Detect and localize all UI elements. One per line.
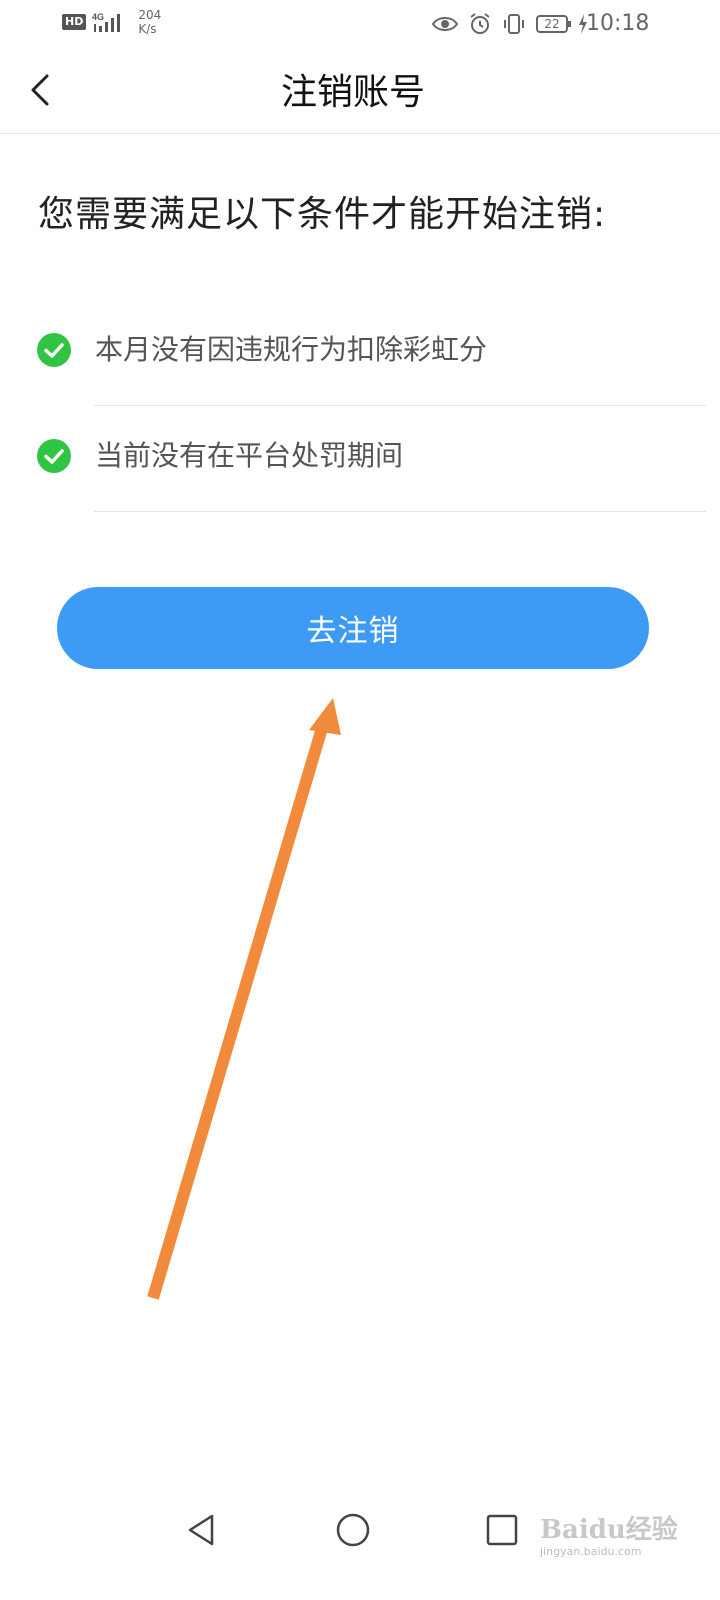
- nav-back-button[interactable]: [170, 1498, 234, 1562]
- check-circle-icon: [37, 439, 71, 473]
- watermark-url: jingyan.baidu.com: [540, 1545, 642, 1558]
- status-bar-right: 22: [432, 12, 588, 36]
- divider: [94, 511, 706, 512]
- status-time: 10:18: [586, 11, 650, 36]
- check-circle-icon: [37, 333, 71, 367]
- condition-text: 本月没有因违规行为扣除彩虹分: [95, 333, 488, 366]
- eye-comfort-icon: [432, 17, 458, 31]
- condition-item: 当前没有在平台处罚期间: [0, 406, 706, 512]
- watermark: Baidu经验 jingyan.baidu.com: [540, 1515, 700, 1559]
- condition-item: 本月没有因违规行为扣除彩虹分: [0, 300, 706, 406]
- network-speed-unit: K/s: [138, 22, 157, 36]
- deregister-button[interactable]: 去注销: [57, 587, 649, 669]
- watermark-logo: Baidu经验: [540, 1515, 678, 1545]
- network-speed-value: 204: [138, 8, 162, 22]
- annotation-arrow-icon: [147, 698, 341, 1300]
- network-type-label: 4G: [92, 12, 104, 22]
- circle-home-icon: [336, 1513, 370, 1547]
- page-title: 注销账号: [280, 72, 425, 113]
- app-header: 注销账号: [0, 52, 720, 134]
- square-recent-icon: [486, 1514, 518, 1546]
- hd-icon: HD: [62, 14, 87, 30]
- nav-home-button[interactable]: [321, 1498, 385, 1562]
- battery-icon: 22: [536, 15, 571, 33]
- nav-recent-button[interactable]: [470, 1498, 534, 1562]
- triangle-back-icon: [188, 1514, 214, 1546]
- signal-icon: 4G: [92, 12, 121, 32]
- vibrate-icon: [504, 14, 524, 34]
- requirement-heading: 您需要满足以下条件才能开始注销:: [38, 194, 607, 235]
- condition-list: 本月没有因违规行为扣除彩虹分 当前没有在平台处罚期间: [0, 300, 706, 512]
- status-bar: HD 4G 204 K/s 22 10:18: [0, 0, 720, 48]
- condition-text: 当前没有在平台处罚期间: [95, 439, 404, 472]
- alarm-icon: [470, 13, 490, 34]
- status-bar-left: HD 4G 204 K/s: [62, 8, 161, 36]
- network-speed: 204 K/s: [138, 8, 161, 36]
